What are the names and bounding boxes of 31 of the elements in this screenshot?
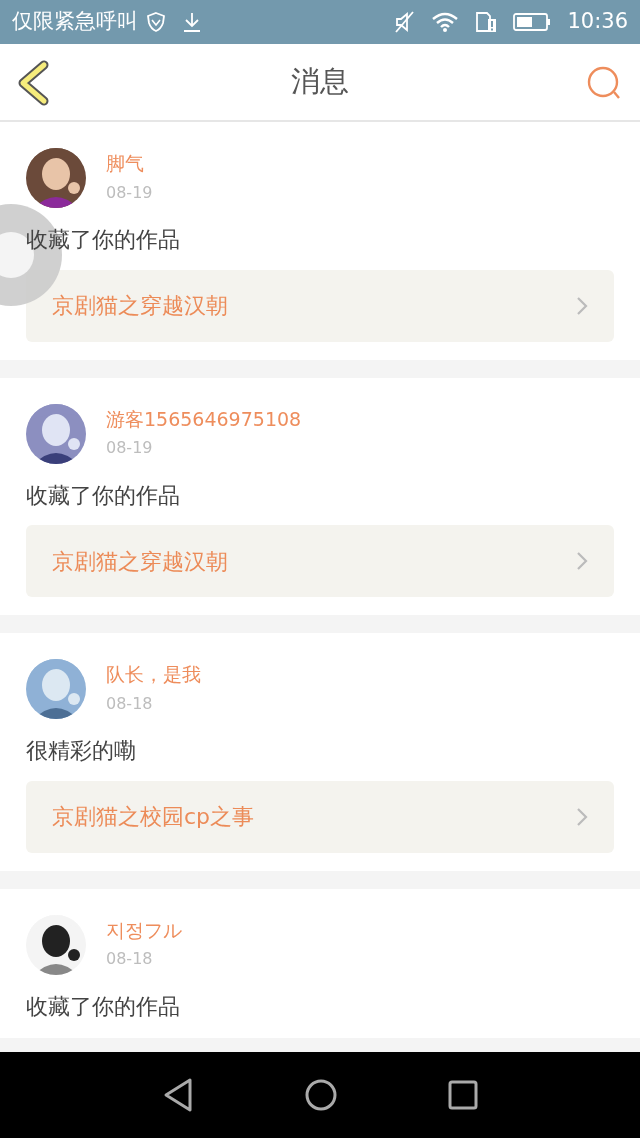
wifi-icon [431, 11, 460, 33]
home-icon[interactable] [304, 1078, 338, 1112]
message-date: 08-19 [106, 181, 153, 204]
carrier-text: 仅限紧急呼叫 [12, 8, 138, 36]
user-name[interactable]: 지정フル [106, 918, 182, 942]
chevron-right-icon [576, 294, 588, 317]
chevron-right-icon [576, 550, 588, 572]
back-icon[interactable] [16, 60, 50, 106]
user-name[interactable]: 脚气 [106, 152, 153, 175]
message-date: 08-19 [106, 437, 154, 460]
download-icon [182, 11, 202, 33]
battery-icon [513, 12, 552, 32]
recents-icon[interactable] [448, 1080, 478, 1110]
clock-text: 10:36 [567, 8, 628, 36]
message-text: 收藏了你的作品 [26, 992, 181, 1020]
work-link[interactable]: 京剧猫之穿越汉朝 [26, 525, 614, 597]
user-name[interactable]: 队长，是我 [106, 663, 201, 686]
message-date: 08-18 [106, 692, 154, 715]
message-date: 08-18 [106, 948, 154, 971]
chevron-right-icon [576, 805, 588, 828]
work-link[interactable]: 京剧猫之校园cp之事 [26, 780, 614, 853]
work-link[interactable]: 京剧猫之穿越汉朝 [26, 269, 614, 342]
page-title: 消息 [291, 63, 349, 101]
sim-alert-icon [475, 10, 498, 34]
back-icon[interactable] [162, 1077, 194, 1113]
shield-icon [146, 11, 166, 33]
message-text: 收藏了你的作品 [26, 226, 181, 254]
message-text: 很精彩的嘞 [26, 737, 137, 765]
mute-icon [393, 10, 416, 34]
message-text: 收藏了你的作品 [26, 481, 181, 509]
user-name[interactable]: 游客1565646975108 [106, 407, 302, 431]
